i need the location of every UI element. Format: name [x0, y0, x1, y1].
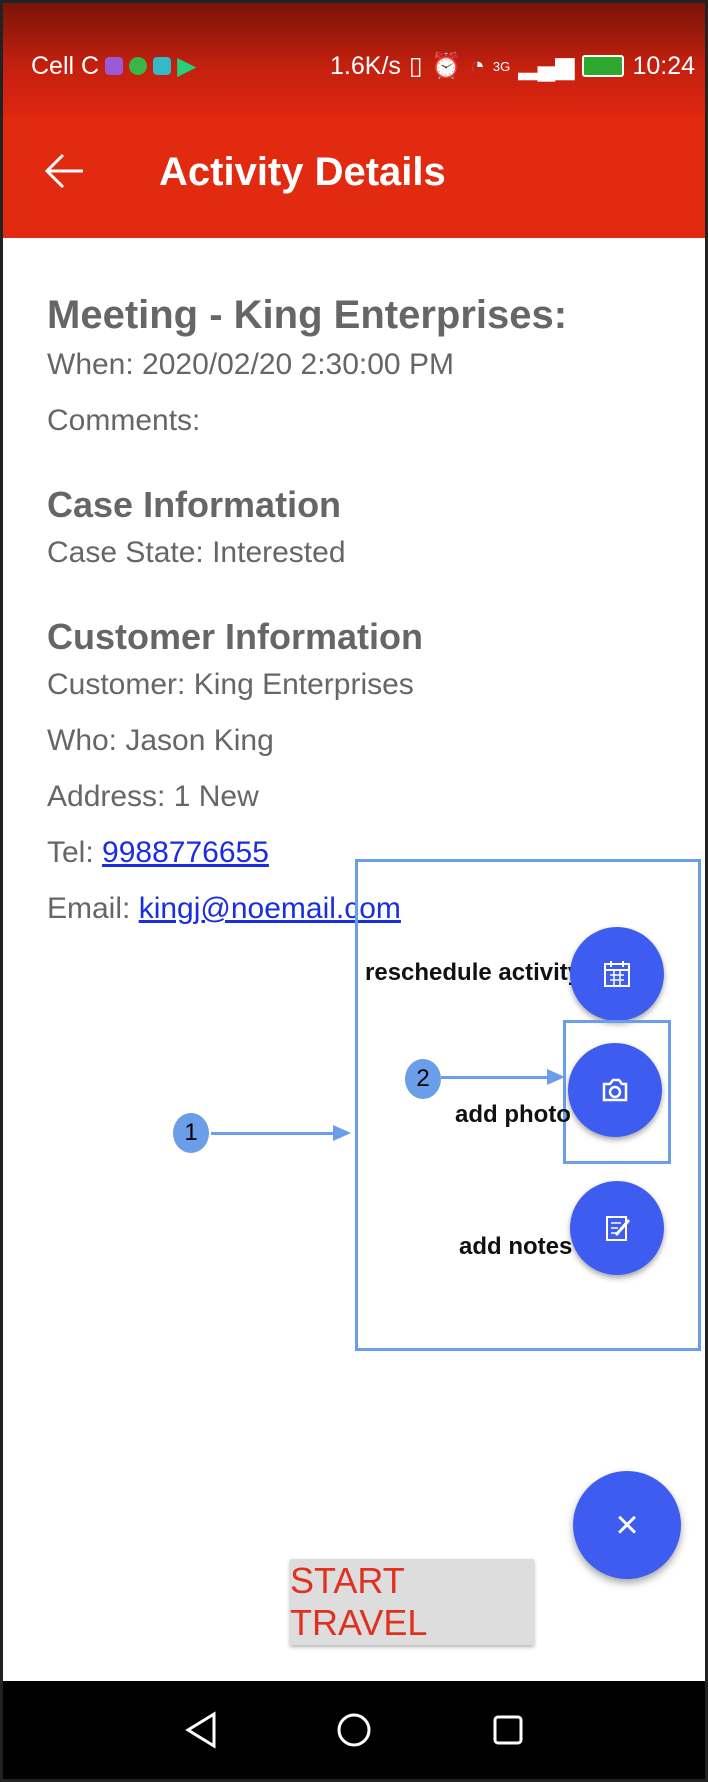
nav-back-icon[interactable]: [170, 1700, 230, 1760]
battery-icon: [582, 55, 625, 77]
camera-icon[interactable]: [568, 1043, 662, 1137]
add-notes-label[interactable]: add notes: [459, 1233, 572, 1261]
back-arrow-icon[interactable]: [43, 146, 87, 202]
clock: 10:24: [632, 51, 695, 80]
customer-name: Customer: King Enterprises: [47, 668, 414, 701]
customer-info-heading: Customer Information: [47, 616, 424, 657]
annotation-arrowhead-1: [333, 1125, 351, 1141]
play-store-icon: ▶: [177, 52, 197, 80]
activity-when: When: 2020/02/20 2:30:00 PM: [47, 348, 454, 381]
carrier-name: Cell C: [31, 51, 100, 80]
page-title: Activity Details: [159, 150, 446, 194]
chrome-notification-icon: [129, 57, 148, 75]
nav-recents-icon[interactable]: [478, 1700, 538, 1760]
activity-title: Meeting - King Enterprises:: [47, 293, 568, 337]
vibrate-icon: ▯: [408, 52, 423, 80]
start-travel-button[interactable]: START TRAVEL: [290, 1559, 534, 1645]
annotation-arrow-1: [211, 1132, 335, 1135]
customer-address: Address: 1 New: [47, 780, 259, 813]
annotation-badge-2: 2: [405, 1059, 441, 1099]
tel-label: Tel:: [47, 836, 94, 869]
status-bar: Cell C ▶ 1.6K/s ▯ ⏰ ◔ 3G ▂▄▆ 10:24: [3, 3, 705, 118]
signal-icon: ▂▄▆: [518, 52, 575, 80]
email-label: Email:: [47, 892, 131, 925]
status-left: Cell C ▶: [31, 51, 196, 81]
system-nav-bar: [3, 1681, 705, 1779]
message-notification-icon: [153, 57, 172, 75]
case-state: Case State: Interested: [47, 536, 346, 569]
phone-screen: Cell C ▶ 1.6K/s ▯ ⏰ ◔ 3G ▂▄▆ 10:24 Activ…: [0, 0, 708, 1782]
customer-who: Who: Jason King: [47, 724, 274, 757]
status-right: 1.6K/s ▯ ⏰ ◔ 3G ▂▄▆ 10:24: [330, 51, 695, 81]
app-bar: Activity Details: [3, 118, 705, 238]
network-type: 3G: [492, 58, 511, 74]
network-speed: 1.6K/s: [330, 51, 401, 80]
add-photo-label[interactable]: add photo: [455, 1101, 571, 1129]
annotation-arrow-2: [441, 1076, 551, 1079]
case-info-heading: Case Information: [47, 484, 342, 525]
reschedule-activity-label[interactable]: reschedule activity: [365, 959, 581, 987]
nav-home-icon[interactable]: [324, 1700, 384, 1760]
notes-icon[interactable]: [570, 1181, 664, 1275]
close-icon[interactable]: ×: [573, 1471, 681, 1579]
alarm-icon: ⏰: [430, 51, 462, 80]
annotation-badge-1: 1: [173, 1113, 209, 1153]
tel-link[interactable]: 9988776655: [102, 836, 269, 869]
app-notification-icon: [105, 57, 124, 75]
activity-comments: Comments:: [47, 404, 201, 437]
wifi-icon: ◔: [469, 51, 485, 80]
activity-content: Meeting - King Enterprises: When: 2020/0…: [47, 293, 567, 946]
calendar-icon[interactable]: [570, 927, 664, 1021]
